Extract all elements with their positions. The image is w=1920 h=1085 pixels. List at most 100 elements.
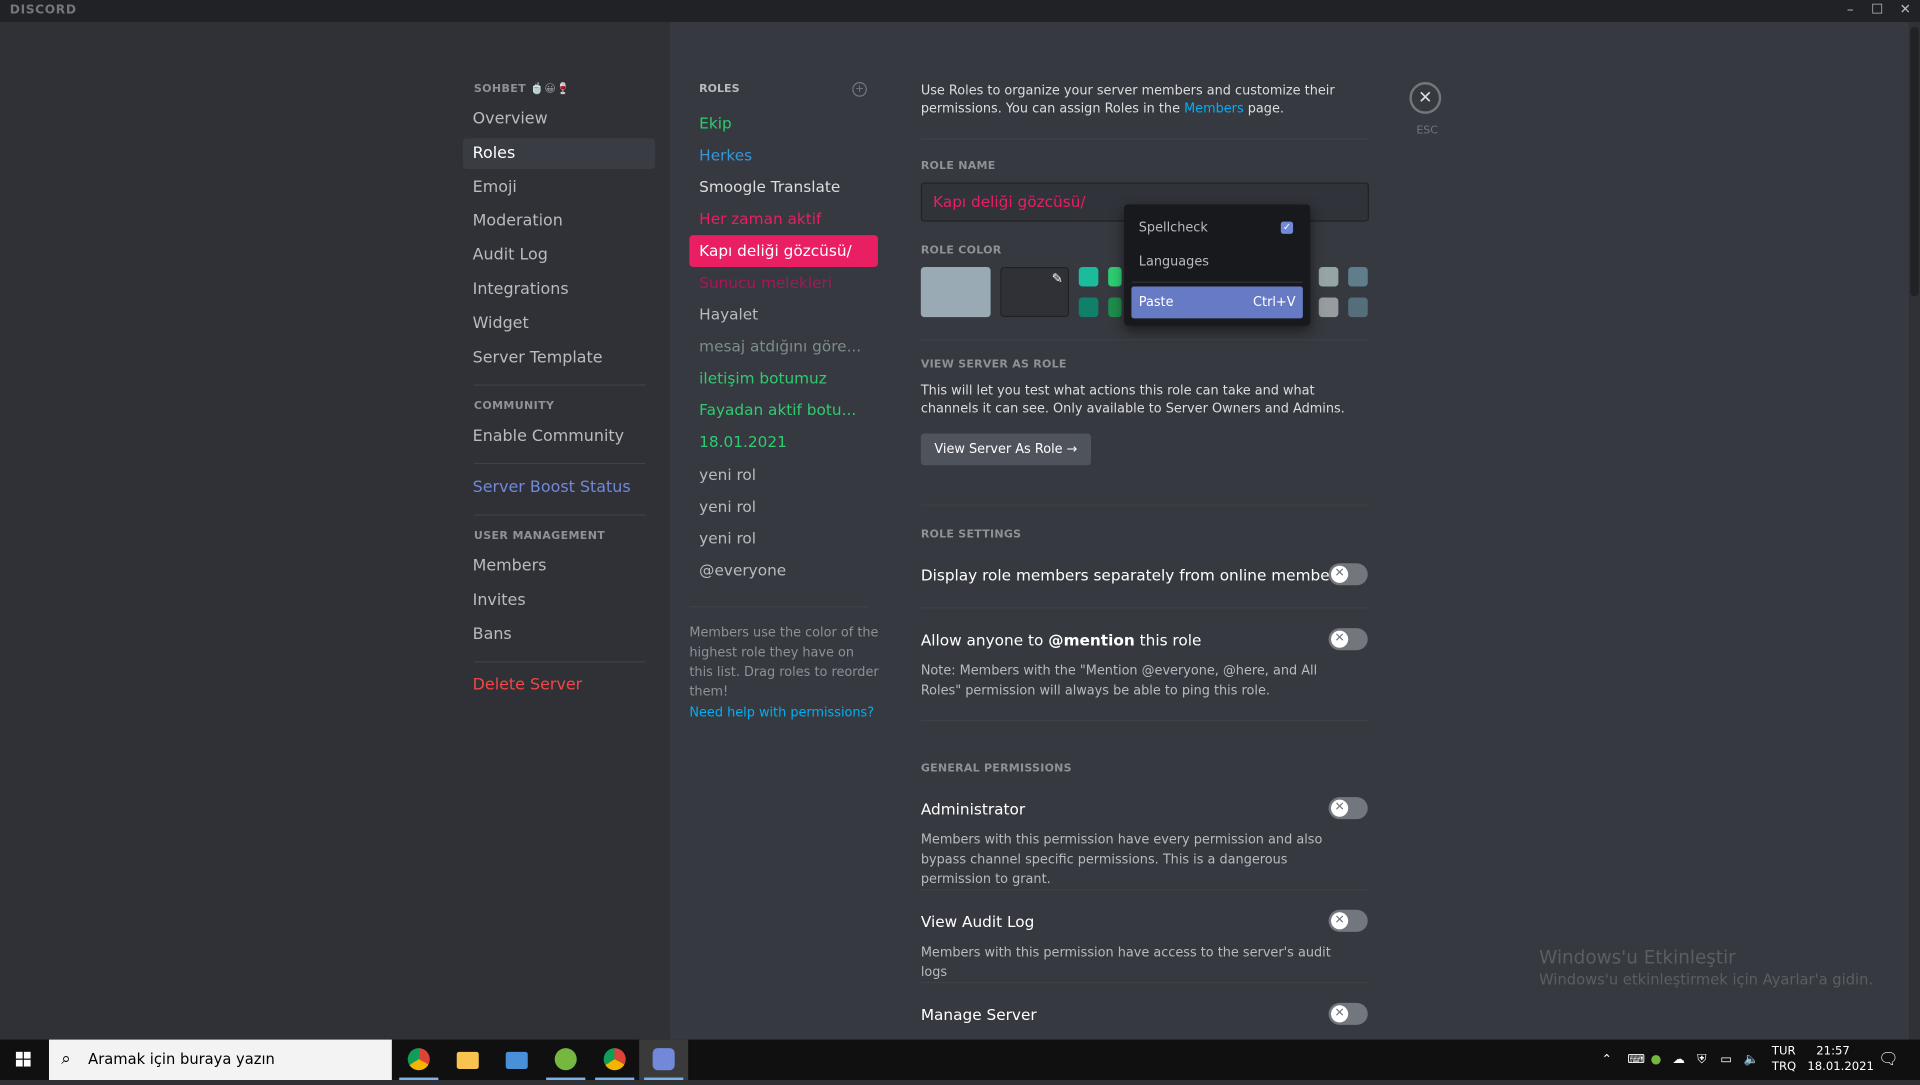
roles-header: ROLES [699, 83, 740, 96]
menu-item-paste[interactable]: Paste Ctrl+V [1131, 286, 1303, 319]
taskbar-utorrent-icon[interactable] [541, 1040, 590, 1080]
role-settings-label: ROLE SETTINGS [920, 528, 1022, 542]
scrollbar[interactable] [1908, 22, 1920, 1040]
keyboard-icon[interactable]: ⌨ [1627, 1040, 1645, 1080]
role-item[interactable]: yeni rol [689, 459, 878, 491]
windows-start-button[interactable] [0, 1040, 47, 1080]
administrator-toggle[interactable]: ✕ [1328, 797, 1368, 820]
role-item[interactable]: Fayadan aktif botu... [689, 394, 878, 426]
esc-label: ESC [1416, 124, 1438, 138]
manage-server-label: Manage Server [920, 1005, 1037, 1024]
x-icon: ✕ [1331, 912, 1349, 930]
role-item[interactable]: Ekip [689, 108, 878, 140]
color-swatch[interactable] [1318, 297, 1339, 318]
role-item-everyone[interactable]: @everyone [689, 555, 878, 587]
sidebar-item-moderation[interactable]: Moderation [463, 206, 655, 237]
taskbar-discord-icon[interactable] [639, 1039, 689, 1080]
role-item[interactable]: yeni rol [689, 523, 878, 555]
role-item[interactable]: Herkes [689, 140, 878, 172]
color-swatch[interactable] [1108, 297, 1122, 318]
sidebar-item-invites[interactable]: Invites [463, 585, 655, 616]
divider [920, 339, 1369, 341]
sidebar-item-enable-community[interactable]: Enable Community [463, 421, 655, 452]
manage-server-toggle[interactable]: ✕ [1328, 1002, 1368, 1025]
role-item[interactable]: Sunucu melekleri [689, 267, 878, 299]
allow-mention-toggle[interactable]: ✕ [1328, 628, 1368, 651]
color-swatch[interactable] [1348, 297, 1368, 318]
sidebar-item-server-template[interactable]: Server Template [463, 343, 655, 374]
sidebar-item-delete-server[interactable]: Delete Server [463, 670, 655, 701]
view-server-as-role-button[interactable]: View Server As Role → [920, 433, 1092, 466]
view-as-role-desc: This will let you test what actions this… [920, 383, 1345, 417]
taskbar-search-box[interactable]: ⌕ Aramak için buraya yazın [48, 1039, 392, 1080]
scrollbar-thumb[interactable] [1910, 26, 1919, 297]
administrator-desc: Members with this permission have every … [920, 832, 1323, 887]
divider [920, 138, 1369, 140]
taskbar-chrome-icon[interactable] [394, 1040, 443, 1080]
menu-item-languages[interactable]: Languages [1131, 246, 1302, 278]
paste-shortcut: Ctrl+V [1253, 295, 1296, 310]
close-icon: ✕ [1418, 88, 1433, 108]
sidebar-item-boost-status[interactable]: Server Boost Status [463, 473, 655, 504]
minimize-button[interactable]: – [1837, 1, 1864, 17]
activation-watermark-text: Windows'u etkinleştirmek için Ayarlar'a … [1539, 971, 1874, 989]
color-swatch[interactable] [1108, 266, 1122, 287]
context-menu: Spellcheck ✓ Languages Paste Ctrl+V [1124, 204, 1311, 326]
notifications-icon[interactable]: 🗨 [1878, 1040, 1898, 1080]
color-swatch[interactable] [1318, 266, 1339, 287]
divider [473, 661, 646, 663]
clock[interactable]: 21:57 18.01.2021 [1807, 1043, 1874, 1075]
sidebar-item-roles[interactable]: Roles [462, 138, 656, 169]
maximize-button[interactable]: ☐ [1864, 1, 1891, 17]
checkbox-checked-icon[interactable]: ✓ [1280, 221, 1294, 234]
members-link[interactable]: Members [1184, 102, 1244, 117]
color-swatch[interactable] [1348, 266, 1368, 287]
role-item[interactable]: 18.01.2021 [689, 426, 878, 458]
role-item[interactable]: mesaj atdığını göre... [689, 331, 878, 363]
close-window-button[interactable]: ✕ [1892, 1, 1919, 17]
taskbar-app-icon[interactable] [492, 1040, 541, 1080]
sidebar-item-bans[interactable]: Bans [463, 620, 655, 651]
mention-note: Note: Members with the "Mention @everyon… [920, 663, 1318, 698]
volume-icon[interactable]: 🔈 [1744, 1040, 1759, 1080]
taskbar-chrome-profile-icon[interactable] [590, 1040, 639, 1080]
security-icon[interactable]: ⛨ [1697, 1040, 1706, 1080]
sidebar-item-widget[interactable]: Widget [463, 309, 655, 340]
role-item[interactable]: yeni rol [689, 491, 878, 523]
network-icon[interactable]: ▭ [1720, 1040, 1732, 1080]
utorrent-tray-icon[interactable]: ● [1651, 1040, 1662, 1080]
color-swatch[interactable] [1078, 297, 1099, 318]
role-item[interactable]: Her zaman aktif [689, 203, 878, 235]
sidebar-item-members[interactable]: Members [463, 551, 655, 582]
administrator-label: Administrator [920, 799, 1026, 818]
x-icon: ✕ [1331, 565, 1349, 583]
sidebar-item-integrations[interactable]: Integrations [463, 274, 655, 305]
input-language[interactable]: TUR TRQ [1772, 1043, 1796, 1075]
sidebar-item-emoji[interactable]: Emoji [463, 173, 655, 204]
roles-note: Members use the color of the highest rol… [689, 625, 879, 700]
taskbar-file-explorer-icon[interactable] [443, 1040, 492, 1080]
divider [1131, 281, 1303, 283]
sidebar-item-overview[interactable]: Overview [463, 104, 655, 135]
role-item[interactable]: iletişim botumuz [689, 362, 878, 394]
menu-item-spellcheck[interactable]: Spellcheck ✓ [1131, 212, 1302, 244]
sidebar-item-audit-log[interactable]: Audit Log [463, 240, 655, 271]
cloud-icon[interactable]: ☁ [1673, 1040, 1685, 1080]
color-swatch[interactable] [1078, 266, 1099, 287]
role-item[interactable]: Smoogle Translate [689, 171, 878, 203]
default-color-swatch[interactable] [920, 266, 991, 318]
activation-watermark-title: Windows'u Etkinleştir [1539, 946, 1736, 969]
windows-logo-icon [15, 1051, 31, 1067]
close-settings-button[interactable]: ✕ [1409, 82, 1442, 114]
role-item-selected[interactable]: Kapı deliği gözcüsü/ [689, 235, 878, 267]
role-item[interactable]: Hayalet [689, 299, 878, 331]
x-icon: ✕ [1331, 1005, 1349, 1023]
display-separately-label: Display role members separately from onl… [920, 565, 1344, 585]
display-separately-toggle[interactable]: ✕ [1328, 563, 1368, 586]
help-permissions-link[interactable]: Need help with permissions? [689, 703, 879, 723]
chevron-up-icon[interactable]: ⌃ [1602, 1040, 1612, 1080]
plus-circle-icon[interactable]: + [852, 82, 867, 97]
role-name-label: ROLE NAME [920, 160, 996, 173]
view-audit-log-toggle[interactable]: ✕ [1328, 909, 1368, 932]
custom-color-swatch[interactable]: ✎ [1000, 266, 1069, 318]
